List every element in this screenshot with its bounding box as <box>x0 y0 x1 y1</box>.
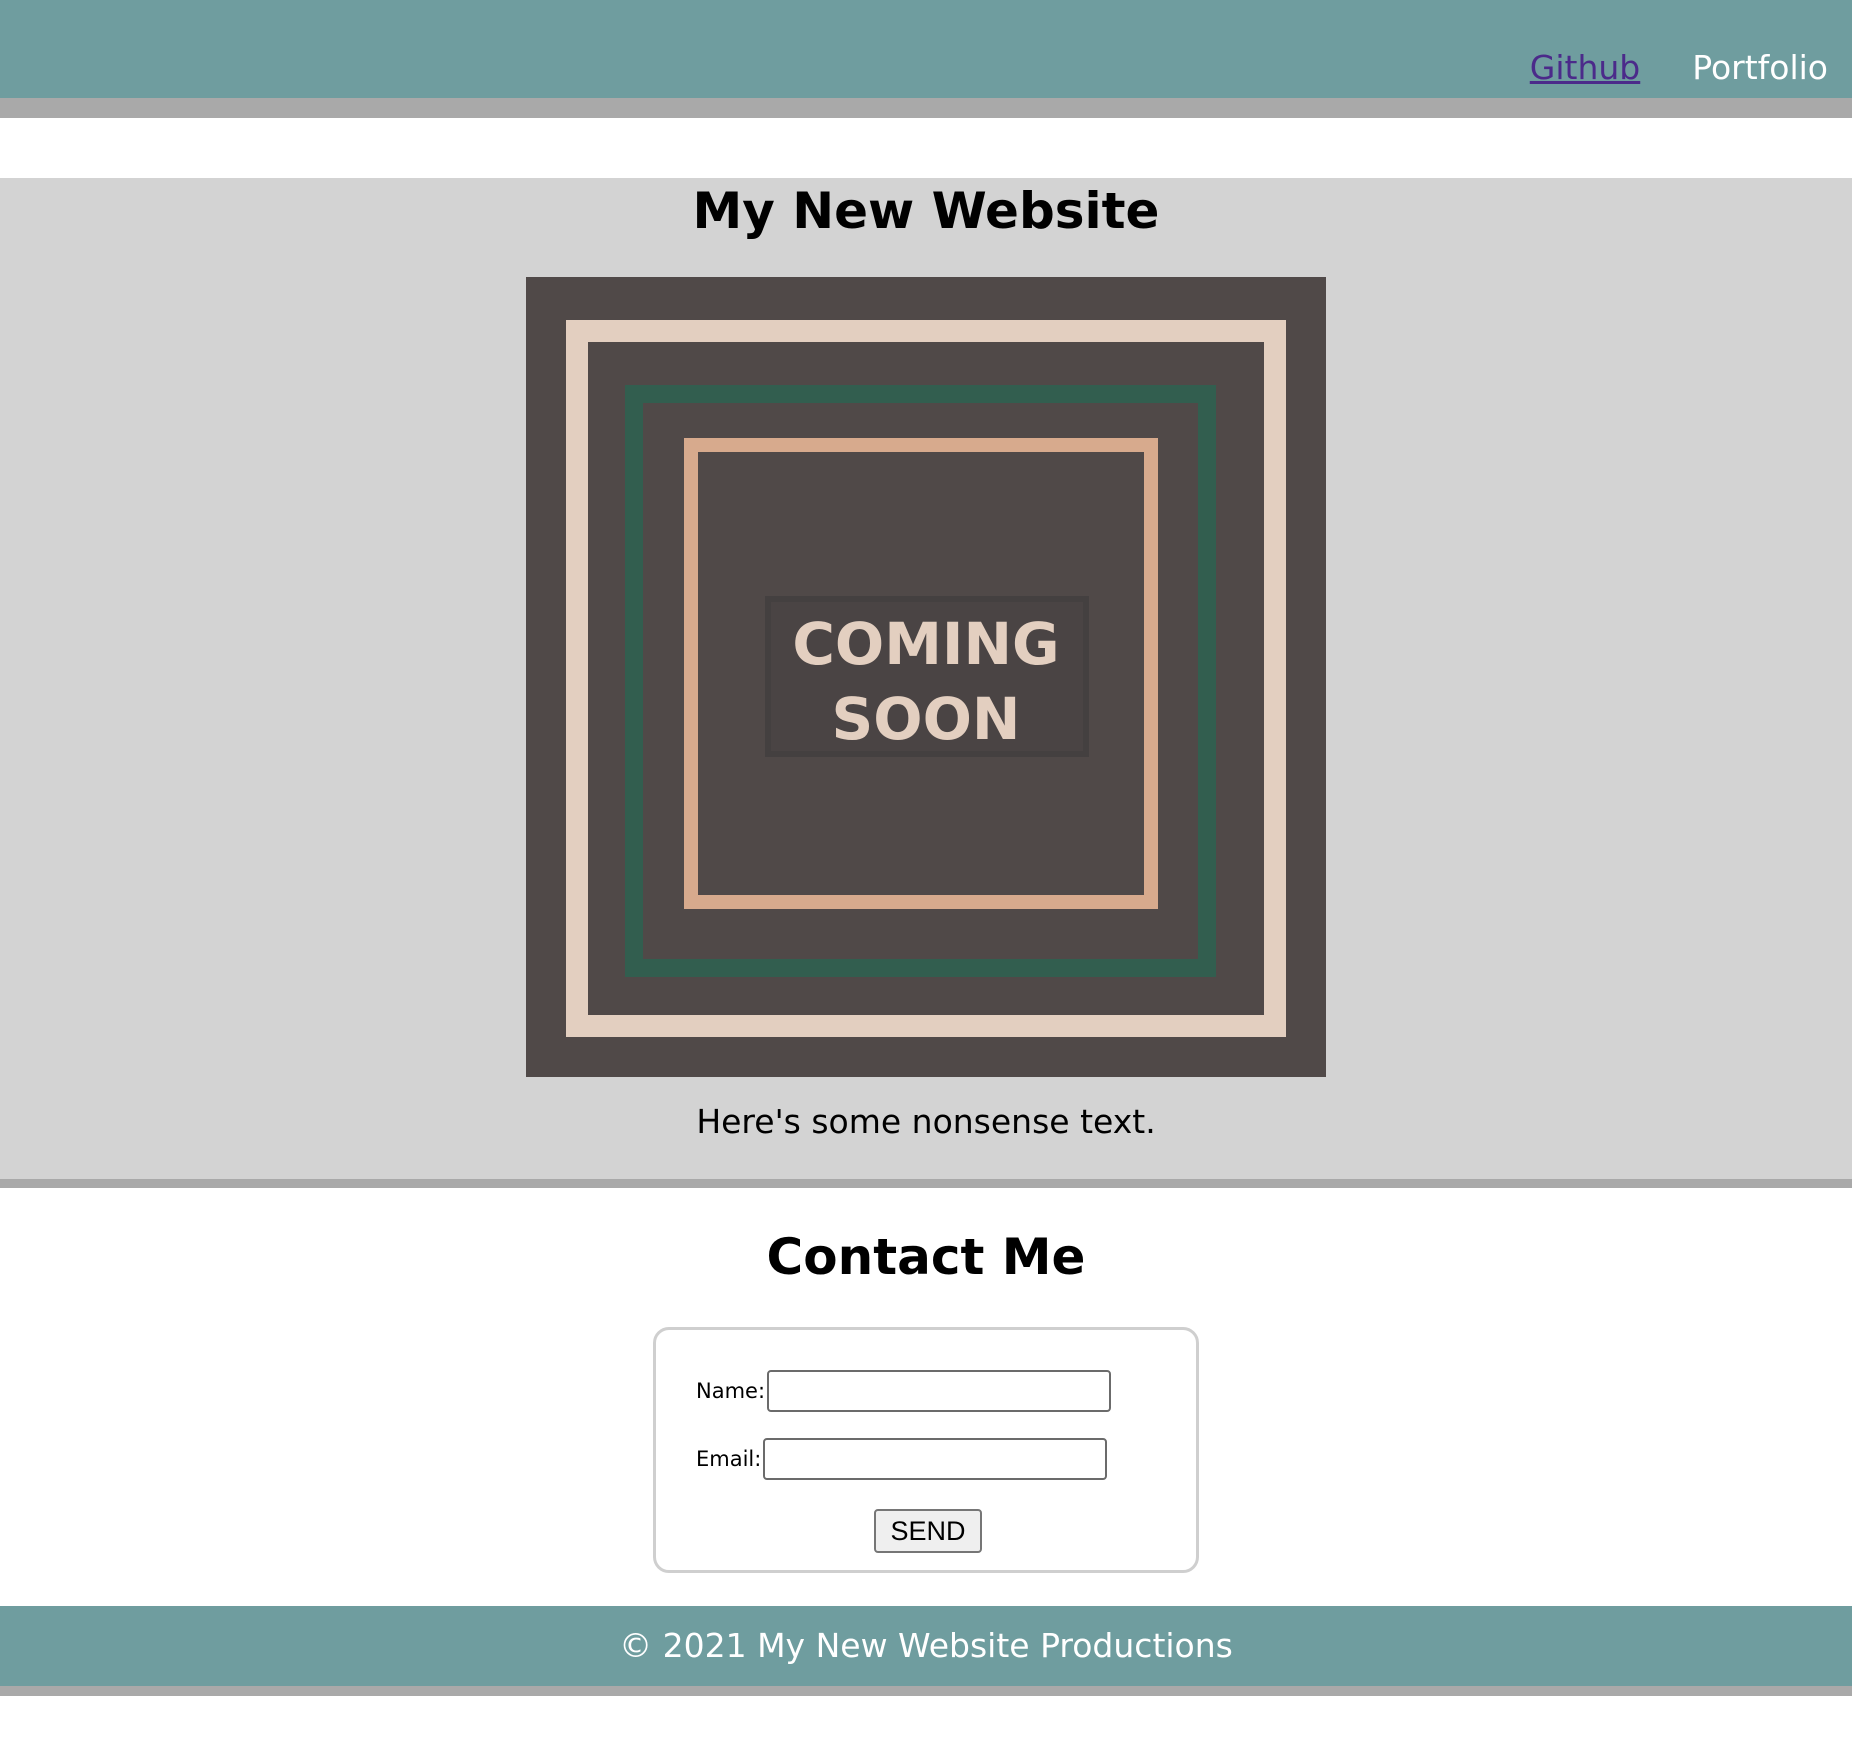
send-button[interactable]: SEND <box>874 1509 982 1553</box>
email-row: Email: <box>696 1438 1108 1480</box>
name-label: Name: <box>696 1379 766 1403</box>
footer-text: © 2021 My New Website Productions <box>619 1626 1233 1665</box>
nav-link-portfolio[interactable]: Portfolio <box>1692 48 1828 87</box>
contact-form: Name: Email: SEND <box>653 1327 1199 1573</box>
name-row: Name: <box>696 1370 1112 1412</box>
page-title: My New Website <box>692 182 1160 240</box>
body-text: Here's some nonsense text. <box>696 1102 1156 1141</box>
main-section: My New Website COMING SOON Here's some n… <box>0 178 1852 1188</box>
email-label: Email: <box>696 1447 762 1471</box>
name-field[interactable] <box>767 1370 1112 1412</box>
caption-line-2: SOON <box>832 685 1021 753</box>
coming-soon-image: COMING SOON <box>526 277 1326 1077</box>
nav-link-github[interactable]: Github <box>1530 48 1640 87</box>
caption-line-1: COMING <box>792 610 1059 678</box>
top-nav: Github Portfolio <box>1530 48 1828 87</box>
email-field[interactable] <box>763 1438 1108 1480</box>
contact-title: Contact Me <box>766 1228 1086 1286</box>
site-header: Github Portfolio <box>0 0 1852 118</box>
site-footer: © 2021 My New Website Productions <box>0 1606 1852 1696</box>
